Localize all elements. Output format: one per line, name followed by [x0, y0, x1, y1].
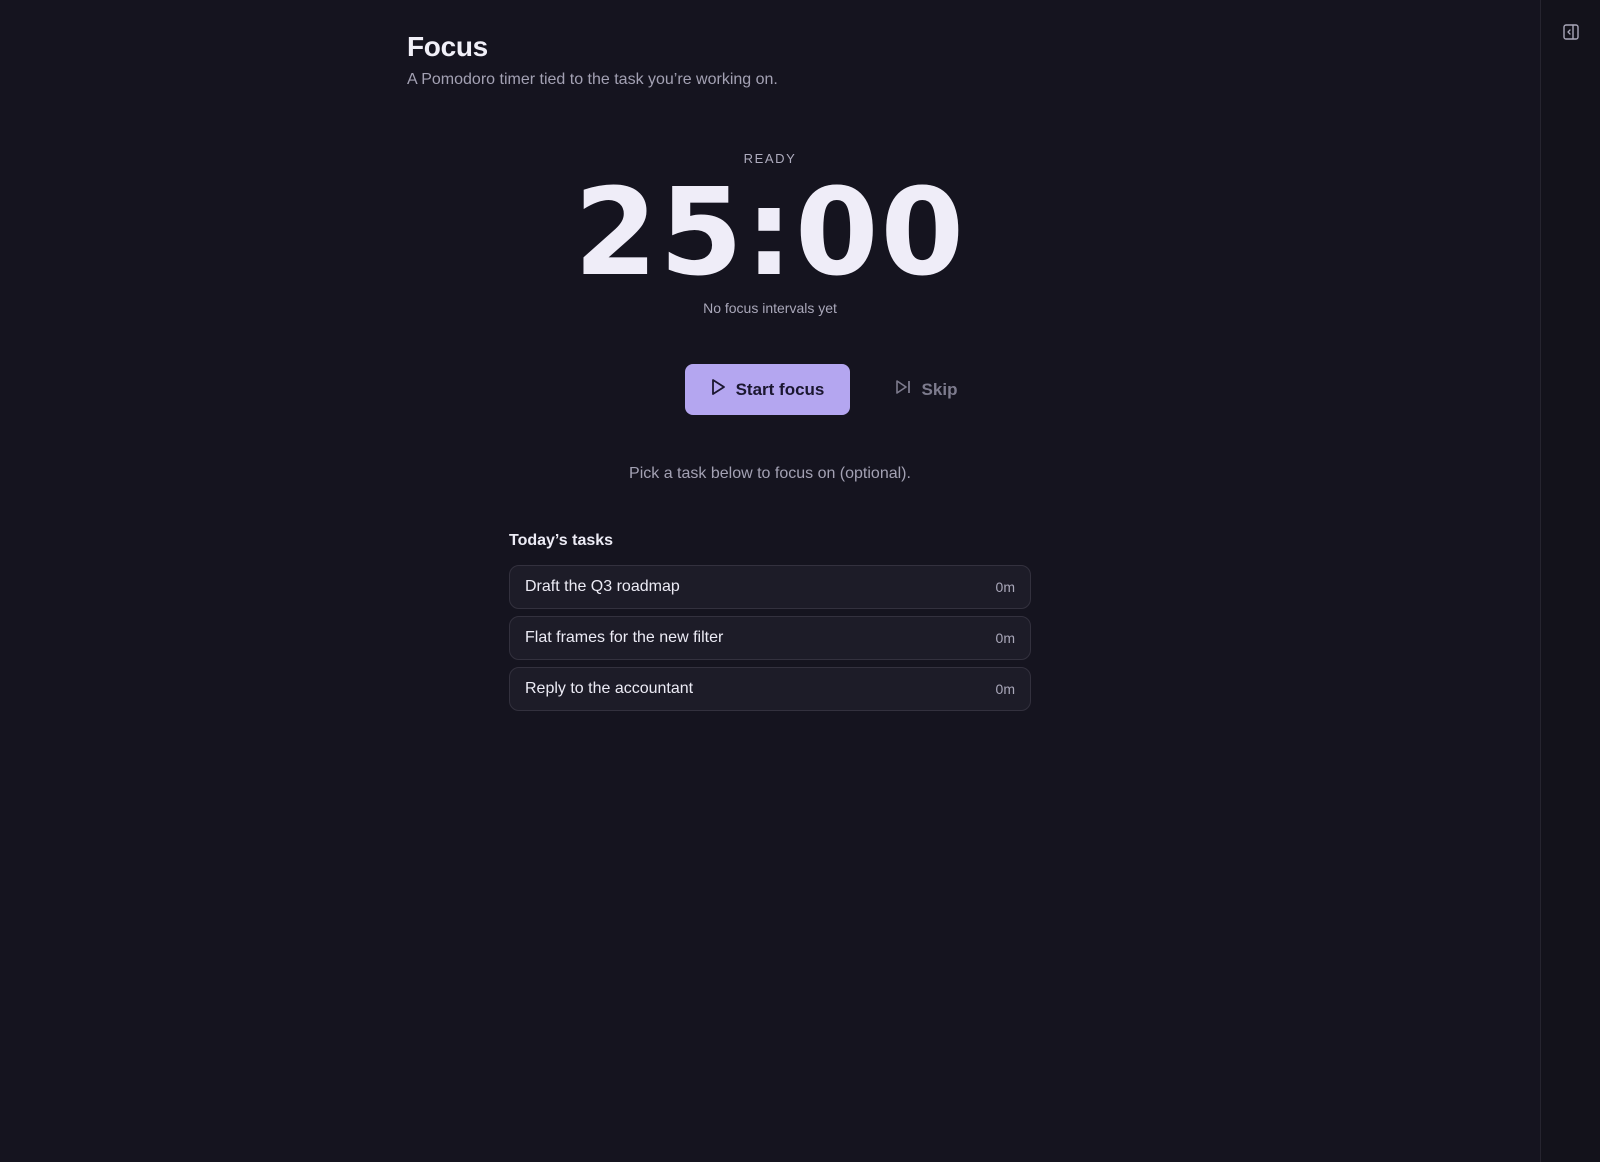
tasks-heading: Today’s tasks — [509, 532, 614, 549]
start-focus-button[interactable]: Start focus — [684, 364, 850, 415]
task-title: Draft the Q3 roadmap — [525, 578, 680, 595]
task-row[interactable]: Draft the Q3 roadmap 0m — [509, 565, 1031, 609]
task-row[interactable]: Flat frames for the new filter 0m — [509, 616, 1031, 660]
start-focus-label: Start focus — [735, 379, 825, 399]
play-icon — [710, 378, 726, 401]
main-content: Focus A Pomodoro timer tied to the task … — [0, 0, 1540, 1162]
right-sidebar-rail — [1540, 0, 1600, 1162]
timer-display: 25:00 — [574, 164, 966, 303]
task-time: 0m — [995, 681, 1015, 697]
skip-forward-icon — [894, 378, 912, 401]
todays-tasks: Today’s tasks Draft the Q3 roadmap 0m Fl… — [509, 530, 1031, 718]
sidebar-toggle-icon[interactable] — [1561, 22, 1581, 42]
task-pick-hint: Pick a task below to focus on (optional)… — [629, 465, 911, 482]
task-title: Flat frames for the new filter — [525, 629, 724, 646]
page-header: Focus A Pomodoro timer tied to the task … — [407, 30, 1107, 91]
app-window: Focus A Pomodoro timer tied to the task … — [0, 0, 1600, 1162]
timer-intervals-note: No focus intervals yet — [703, 300, 837, 316]
page-subtitle: A Pomodoro timer tied to the task you’re… — [407, 71, 778, 88]
timer-controls: Start focus Skip — [0, 364, 1540, 415]
task-time: 0m — [995, 630, 1015, 646]
task-time: 0m — [995, 579, 1015, 595]
skip-label: Skip — [921, 379, 958, 399]
task-title: Reply to the accountant — [525, 680, 694, 697]
task-row[interactable]: Reply to the accountant 0m — [509, 667, 1031, 711]
skip-button[interactable]: Skip — [876, 364, 976, 415]
page-title: Focus — [407, 31, 488, 62]
